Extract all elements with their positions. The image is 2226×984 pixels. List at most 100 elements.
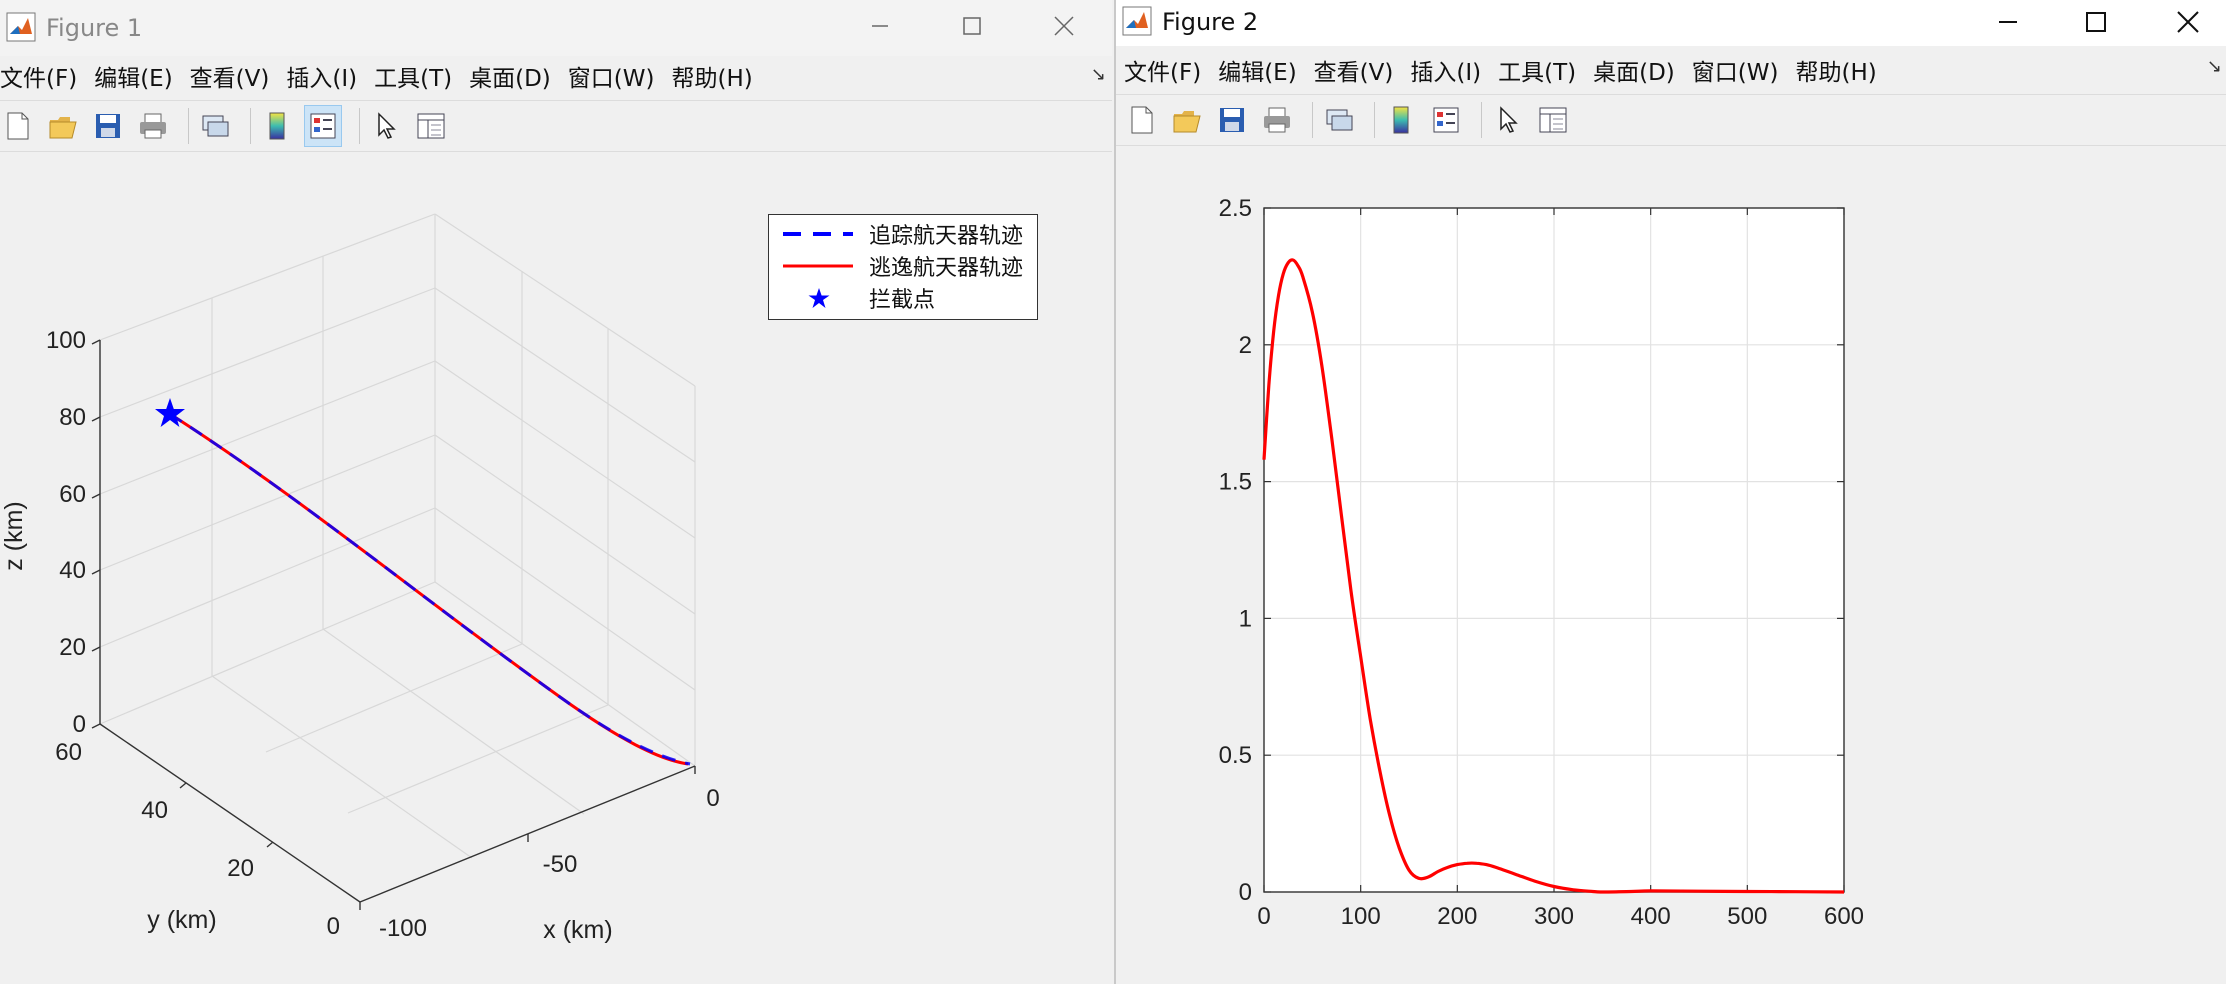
property-inspector-icon [1539,107,1567,133]
maximize-button[interactable] [2066,2,2126,42]
y-tick-label: 1 [1239,605,1252,632]
figure1-menubar: 文件(F) 编辑(E) 查看(V) 插入(I) 工具(T) 桌面(D) 窗口(W… [0,56,1112,96]
menu-window[interactable]: 窗口(W) [1692,53,1779,87]
x-tick-label: 500 [1727,903,1767,930]
toolbar-separator [188,108,189,144]
menu-window[interactable]: 窗口(W) [568,59,655,93]
window-title: Figure 1 [46,14,143,42]
legend-entry-intercept: 拦截点 [777,283,935,313]
menu-desktop[interactable]: 桌面(D) [1593,53,1675,87]
print-button[interactable] [1259,100,1295,140]
y-tick-label: 40 [141,797,168,824]
print-button[interactable] [135,106,171,146]
new-figure-icon [7,112,29,140]
y-axis-label: y (km) [147,906,216,934]
pointer-icon [1500,106,1518,133]
axes-box [99,213,696,859]
property-inspector-button[interactable] [1535,100,1571,140]
menu-view[interactable]: 查看(V) [1314,53,1394,87]
figure2-window: Figure 2 文件(F) 编辑(E) 查看(V) 插入(I) 工具(T) 桌… [1114,0,2226,984]
matlab-logo-icon [6,12,36,42]
figure2-titlebar[interactable]: Figure 2 [1116,0,2226,46]
z-tick-label: 0 [73,711,86,738]
y-tick-label: 2 [1239,332,1252,359]
figure1-legend[interactable]: 追踪航天器轨迹 逃逸航天器轨迹 拦截点 [768,214,1038,320]
toolbar-separator [250,108,251,144]
menu-insert[interactable]: 插入(I) [286,59,357,93]
x-tick-label: 100 [1341,903,1381,930]
legend-button[interactable] [304,105,342,147]
x-tick-label: -50 [543,851,578,878]
dock-arrow-icon[interactable]: ↘ [2207,56,2222,77]
z-tick-label: 20 [59,634,86,661]
legend-entry-evader: 逃逸航天器轨迹 [777,251,1023,281]
close-icon [2177,11,2199,33]
menu-insert[interactable]: 插入(I) [1410,53,1481,87]
y-tick-label: 0 [1239,879,1252,906]
close-button[interactable] [1034,6,1094,46]
property-inspector-icon [417,113,445,139]
new-figure-button[interactable] [1124,100,1160,140]
new-figure-icon [1131,106,1153,134]
menu-file[interactable]: 文件(F) [0,59,77,93]
evader-trajectory-line [169,412,689,766]
figure1-plot-area: 0 20 40 60 80 100 60 40 20 0 -100 -50 0 … [0,152,1112,984]
z-axis-label: z (km) [0,501,28,570]
menu-edit[interactable]: 编辑(E) [94,59,172,93]
legend-solid-line-icon [783,264,853,268]
maximize-button[interactable] [942,6,1002,46]
y-tick-label: 60 [55,739,82,766]
z-tick-label: 40 [59,557,86,584]
menu-tools[interactable]: 工具(T) [1498,53,1576,87]
figure1-window: Figure 1 文件(F) 编辑(E) 查看(V) 插入(I) 工具(T) 桌… [0,0,1112,984]
menu-tools[interactable]: 工具(T) [374,59,452,93]
figure1-titlebar[interactable]: Figure 1 [0,0,1112,56]
link-button[interactable] [1321,100,1357,140]
menu-edit[interactable]: 编辑(E) [1218,53,1296,87]
z-tick-label: 80 [59,404,86,431]
axis-lines [91,339,696,910]
menu-file[interactable]: 文件(F) [1124,53,1201,87]
toolbar-separator [359,108,360,144]
window-title: Figure 2 [1162,8,1259,36]
menu-view[interactable]: 查看(V) [190,59,270,93]
minimize-button[interactable] [1978,2,2038,42]
legend-icon [310,113,336,139]
pointer-button[interactable] [368,106,404,146]
legend-dashed-line-icon [783,232,853,236]
legend-label: 追踪航天器轨迹 [869,224,1024,249]
pointer-button[interactable] [1490,100,1526,140]
maximize-icon [2086,12,2106,32]
maximize-icon [963,17,981,35]
save-button[interactable] [90,106,126,146]
dock-arrow-icon[interactable]: ↘ [1091,64,1106,85]
close-icon [1054,16,1074,36]
link-button[interactable] [197,106,233,146]
close-button[interactable] [2158,2,2218,42]
open-button[interactable] [45,106,81,146]
intercept-point-marker [155,398,185,427]
menu-help[interactable]: 帮助(H) [1795,53,1876,87]
menu-help[interactable]: 帮助(H) [671,59,752,93]
minimize-icon [1999,21,2017,23]
legend-entry-pursuer: 追踪航天器轨迹 [777,219,1023,249]
new-figure-button[interactable] [0,106,36,146]
colorbar-icon [1393,106,1409,134]
menu-desktop[interactable]: 桌面(D) [469,59,551,93]
save-button[interactable] [1214,100,1250,140]
legend-star-icon [808,288,830,308]
colorbar-button[interactable] [1383,100,1419,140]
figure2-plot-area: 0 100 200 300 400 500 600 0 0.5 1 1.5 2 2.5 [1116,146,2226,984]
figure2-menubar: 文件(F) 编辑(E) 查看(V) 插入(I) 工具(T) 桌面(D) 窗口(W… [1116,50,2226,90]
minimize-button[interactable] [850,6,910,46]
colorbar-button[interactable] [259,106,295,146]
legend-icon [1433,107,1459,133]
x-tick-label: 0 [706,785,719,812]
y-tick-label: 20 [227,855,254,882]
y-tick-label: 0 [327,913,340,940]
legend-button[interactable] [1428,100,1464,140]
x-tick-label: 0 [1257,903,1270,930]
property-inspector-button[interactable] [413,106,449,146]
open-button[interactable] [1169,100,1205,140]
legend-label: 逃逸航天器轨迹 [869,256,1024,281]
